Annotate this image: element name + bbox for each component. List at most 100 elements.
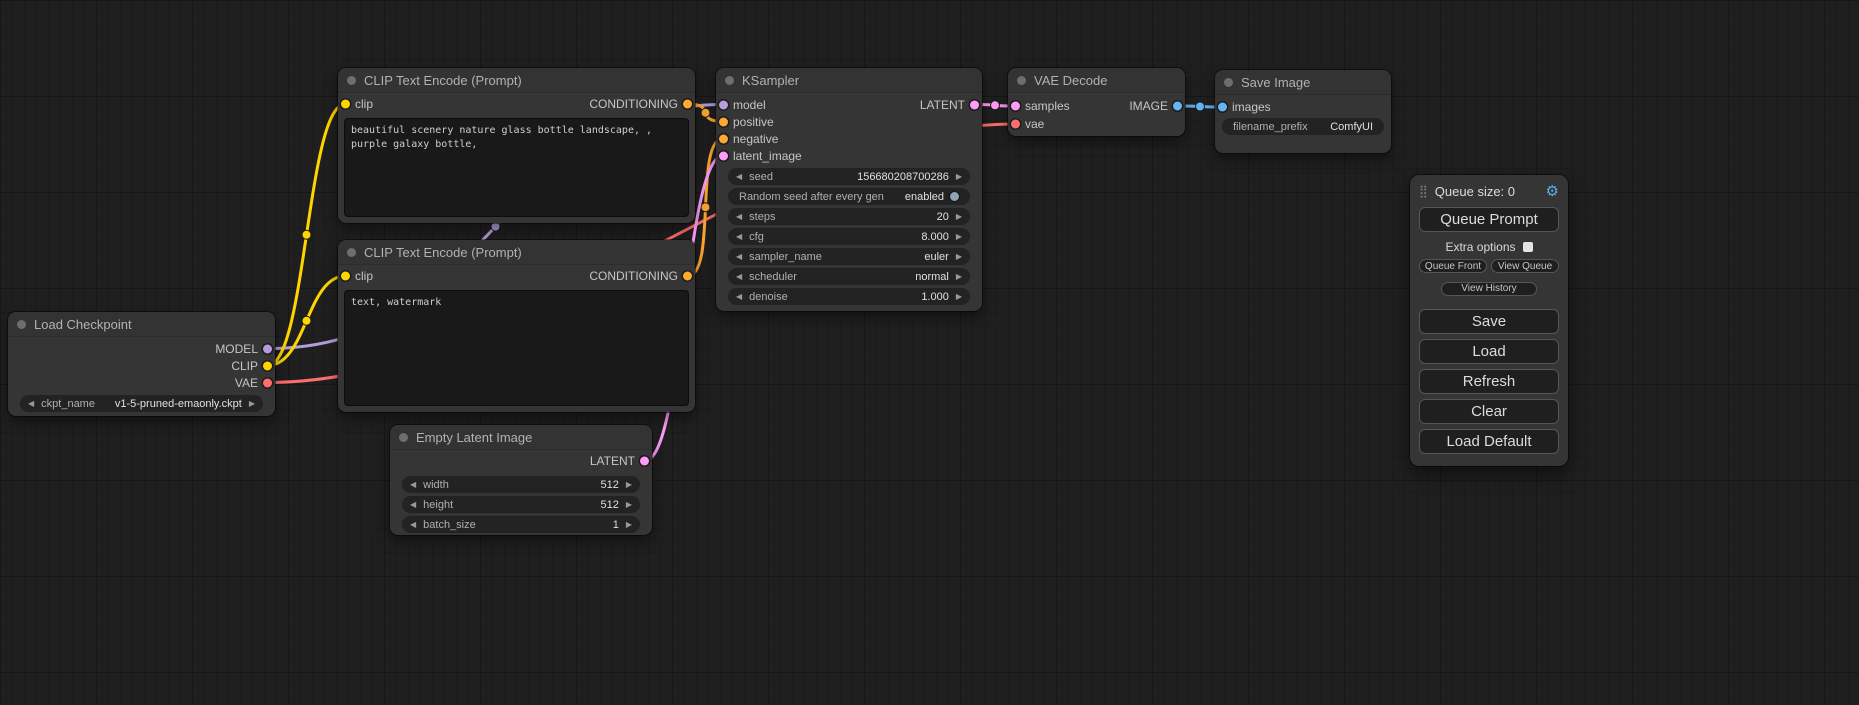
output-port-clip[interactable] [263,361,272,370]
node-title: CLIP Text Encode (Prompt) [364,73,522,88]
combo-left-arrow-icon[interactable]: ◀ [736,269,742,284]
input-port-negative[interactable] [719,134,728,143]
save-button[interactable]: Save [1419,309,1559,334]
toggle-indicator[interactable] [950,192,959,201]
decrement-arrow-icon[interactable]: ◀ [736,289,742,304]
input-port-clip[interactable] [341,100,350,109]
increment-arrow-icon[interactable]: ▶ [956,229,962,244]
increment-arrow-icon[interactable]: ▶ [626,477,632,492]
extra-options-checkbox[interactable] [1523,242,1533,252]
node-empty-latent-image[interactable]: Empty Latent Image LATENT ◀ width 512 ▶ … [390,425,652,535]
queue-front-button[interactable]: Queue Front [1419,259,1487,273]
prompt-text-area[interactable]: text, watermark [344,290,689,406]
widget-batch-size[interactable]: ◀ batch_size 1 ▶ [403,517,639,532]
widget-width[interactable]: ◀ width 512 ▶ [403,477,639,492]
widget-label: height [423,499,453,511]
view-history-button[interactable]: View History [1441,282,1537,296]
combo-left-arrow-icon[interactable]: ◀ [28,396,34,411]
widget-denoise[interactable]: ◀ denoise 1.000 ▶ [729,289,969,304]
output-port-image[interactable] [1173,102,1182,111]
output-port-latent[interactable] [970,100,979,109]
increment-arrow-icon[interactable]: ▶ [956,209,962,224]
combo-right-arrow-icon[interactable]: ▶ [956,249,962,264]
node-title-bar[interactable]: CLIP Text Encode (Prompt) [338,240,695,265]
load-default-button[interactable]: Load Default [1419,429,1559,454]
prompt-text-area[interactable]: beautiful scenery nature glass bottle la… [344,118,689,217]
node-ksampler[interactable]: KSampler model LATENT positive negative … [716,68,982,311]
output-port-latent[interactable] [640,457,649,466]
view-queue-button[interactable]: View Queue [1491,259,1559,273]
drag-handle-icon[interactable]: ⣿ [1419,184,1428,198]
history-row: View History [1419,278,1559,296]
input-port-vae[interactable] [1011,120,1020,129]
refresh-button[interactable]: Refresh [1419,369,1559,394]
output-port-conditioning[interactable] [683,272,692,281]
output-label-conditioning: CONDITIONING [589,269,678,283]
extra-options-row: Extra options [1419,240,1559,253]
widget-cfg[interactable]: ◀ cfg 8.000 ▶ [729,229,969,244]
widget-value: euler [924,251,948,263]
node-title-bar[interactable]: Empty Latent Image [390,425,652,450]
increment-arrow-icon[interactable]: ▶ [626,517,632,532]
output-label-conditioning: CONDITIONING [589,97,678,111]
load-button[interactable]: Load [1419,339,1559,364]
input-label-negative: negative [733,132,778,146]
increment-arrow-icon[interactable]: ▶ [956,289,962,304]
node-title: CLIP Text Encode (Prompt) [364,245,522,260]
node-title-bar[interactable]: KSampler [716,68,982,93]
settings-gear-icon[interactable]: ⚙ [1546,182,1559,200]
combo-right-arrow-icon[interactable]: ▶ [249,396,255,411]
widget-label: sampler_name [749,251,822,263]
decrement-arrow-icon[interactable]: ◀ [736,169,742,184]
decrement-arrow-icon[interactable]: ◀ [736,229,742,244]
output-port-conditioning[interactable] [683,100,692,109]
input-port-latent-image[interactable] [719,151,728,160]
widget-label: Random seed after every gen [739,191,884,203]
decrement-arrow-icon[interactable]: ◀ [410,497,416,512]
graph-canvas[interactable]: Load Checkpoint MODEL CLIP VAE ◀ ckpt_na… [0,0,1859,705]
widget-label: steps [749,211,775,223]
port-row-model: model LATENT [716,96,982,113]
node-clip-text-encode-positive[interactable]: CLIP Text Encode (Prompt) clip CONDITION… [338,68,695,223]
node-title-bar[interactable]: Load Checkpoint [8,312,275,337]
output-label-image: IMAGE [1129,99,1168,113]
port-row-positive: positive [716,113,982,130]
node-save-image[interactable]: Save Image images filename_prefix ComfyU… [1215,70,1391,153]
widget-value: 156680208700286 [857,171,949,183]
widget-height[interactable]: ◀ height 512 ▶ [403,497,639,512]
decrement-arrow-icon[interactable]: ◀ [410,477,416,492]
widget-sampler-name[interactable]: ◀ sampler_name euler ▶ [729,249,969,264]
widget-value: ComfyUI [1330,121,1373,133]
output-port-vae[interactable] [263,378,272,387]
widget-filename-prefix[interactable]: filename_prefix ComfyUI [1223,119,1383,134]
widget-random-seed-toggle[interactable]: Random seed after every gen enabled [729,189,969,204]
increment-arrow-icon[interactable]: ▶ [626,497,632,512]
increment-arrow-icon[interactable]: ▶ [956,169,962,184]
input-port-samples[interactable] [1011,102,1020,111]
node-clip-text-encode-negative[interactable]: CLIP Text Encode (Prompt) clip CONDITION… [338,240,695,412]
combo-right-arrow-icon[interactable]: ▶ [956,269,962,284]
clear-button[interactable]: Clear [1419,399,1559,424]
input-port-clip[interactable] [341,272,350,281]
widget-value: 8.000 [921,231,949,243]
widget-label: cfg [749,231,764,243]
node-load-checkpoint[interactable]: Load Checkpoint MODEL CLIP VAE ◀ ckpt_na… [8,312,275,416]
combo-left-arrow-icon[interactable]: ◀ [736,249,742,264]
output-port-model[interactable] [263,344,272,353]
widget-scheduler[interactable]: ◀ scheduler normal ▶ [729,269,969,284]
widget-value: 512 [600,499,618,511]
node-title-bar[interactable]: CLIP Text Encode (Prompt) [338,68,695,93]
node-vae-decode[interactable]: VAE Decode samples IMAGE vae [1008,68,1185,136]
decrement-arrow-icon[interactable]: ◀ [736,209,742,224]
widget-seed[interactable]: ◀ seed 156680208700286 ▶ [729,169,969,184]
node-title-bar[interactable]: VAE Decode [1008,68,1185,93]
node-title-bar[interactable]: Save Image [1215,70,1391,95]
widget-steps[interactable]: ◀ steps 20 ▶ [729,209,969,224]
queue-menu-panel: ⣿ Queue size: 0 ⚙ Queue Prompt Extra opt… [1410,175,1568,466]
queue-prompt-button[interactable]: Queue Prompt [1419,207,1559,232]
input-port-positive[interactable] [719,117,728,126]
widget-ckpt-name[interactable]: ◀ ckpt_name v1-5-pruned-emaonly.ckpt ▶ [21,396,262,411]
decrement-arrow-icon[interactable]: ◀ [410,517,416,532]
input-port-model[interactable] [719,100,728,109]
input-port-images[interactable] [1218,103,1227,112]
